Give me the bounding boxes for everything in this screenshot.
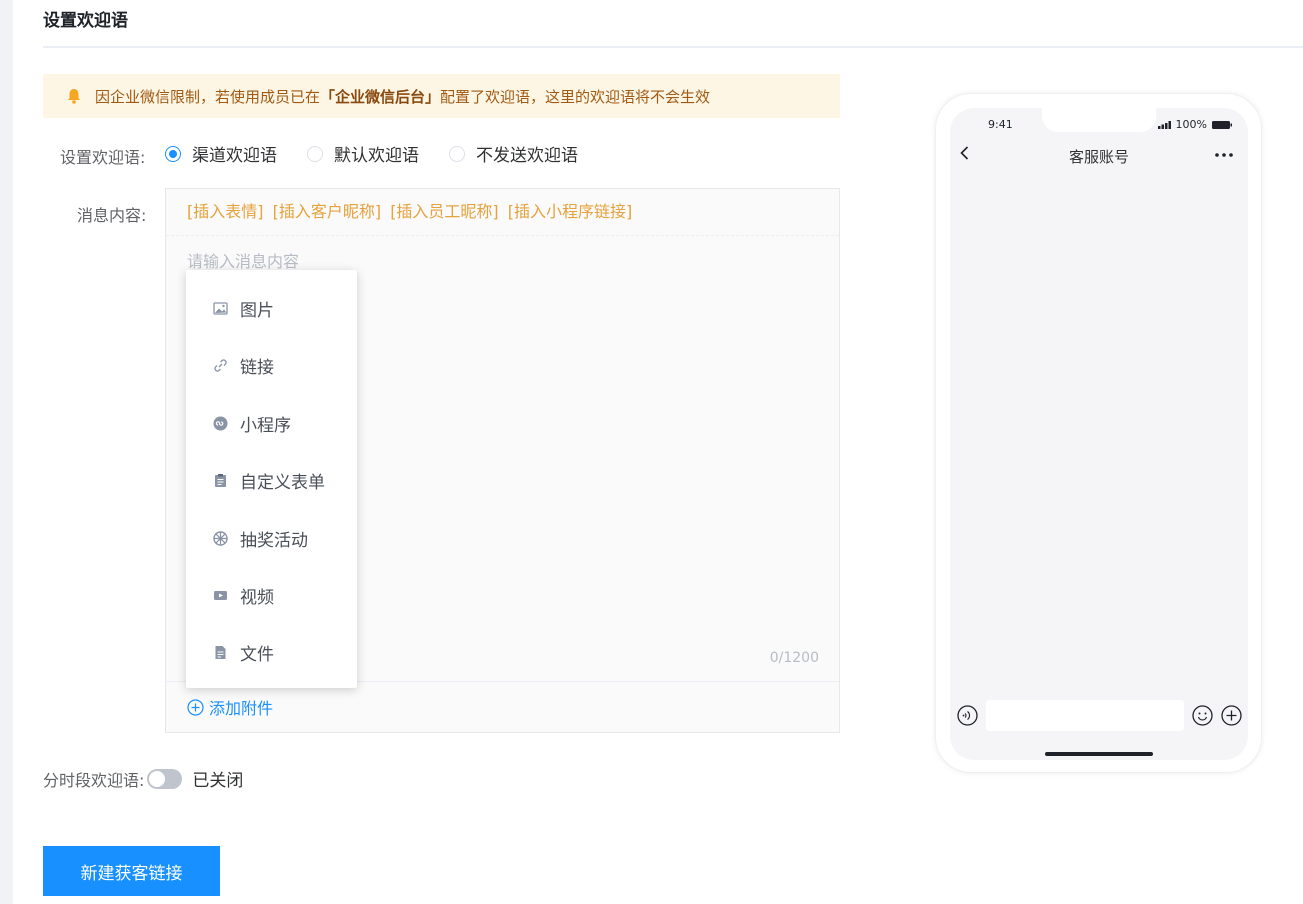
timed-welcome-label: 分时段欢迎语:	[43, 770, 145, 790]
menu-item-miniprogram[interactable]: 小程序	[186, 403, 357, 443]
menu-item-label: 文件	[240, 644, 274, 665]
chat-text-box[interactable]	[986, 700, 1184, 731]
welcome-radio-group: 渠道欢迎语 默认欢迎语 不发送欢迎语	[165, 141, 608, 166]
file-icon	[215, 645, 226, 659]
battery-icon	[1212, 120, 1232, 129]
menu-item-label: 自定义表单	[240, 472, 325, 493]
page: 设置欢迎语 因企业微信限制，若使用成员已在 「企业微信后台」 配置了欢迎语，这里…	[0, 0, 1303, 904]
insert-emoji-link[interactable]: [插入表情]	[187, 202, 264, 221]
radio-label: 渠道欢迎语	[192, 146, 277, 166]
menu-item-label: 链接	[240, 357, 274, 378]
notice-text-bold: 「企业微信后台」	[320, 87, 441, 106]
insert-miniprogram-link[interactable]: [插入小程序链接]	[508, 202, 633, 221]
phone-preview: 9:41 100% 客服账号	[935, 93, 1262, 773]
title-divider	[43, 46, 1303, 48]
menu-item-video[interactable]: 视频	[186, 575, 357, 615]
message-label: 消息内容:	[77, 206, 147, 225]
status-time: 9:41	[988, 118, 1013, 131]
chat-input-bar	[950, 693, 1248, 737]
insert-staff-nickname-link[interactable]: [插入员工昵称]	[390, 202, 499, 221]
insert-customer-nickname-link[interactable]: [插入客户昵称]	[273, 202, 382, 221]
timed-welcome-row: 分时段欢迎语: 已关闭	[43, 766, 243, 791]
video-icon	[214, 590, 227, 600]
radio-default-welcome[interactable]: 默认欢迎语	[307, 141, 419, 166]
radio-dot	[165, 145, 181, 162]
more-dots-icon[interactable]	[1214, 152, 1234, 158]
menu-item-file[interactable]: 文件	[186, 632, 357, 672]
notice-banner: 因企业微信限制，若使用成员已在 「企业微信后台」 配置了欢迎语，这里的欢迎语将不…	[43, 74, 840, 118]
timed-welcome-state: 已关闭	[192, 771, 244, 791]
radio-label: 不发送欢迎语	[476, 146, 578, 166]
radio-channel-welcome[interactable]: 渠道欢迎语	[165, 141, 277, 166]
phone-nav-title: 客服账号	[1068, 148, 1129, 166]
image-icon	[213, 301, 228, 315]
notice-text-post: 配置了欢迎语，这里的欢迎语将不会生效	[440, 87, 711, 106]
miniprogram-icon	[213, 416, 228, 430]
section-title: 设置欢迎语	[43, 11, 128, 31]
welcome-label: 设置欢迎语:	[60, 148, 146, 167]
plus-circle-icon	[187, 698, 204, 716]
message-input-placeholder[interactable]: 请输入消息内容	[187, 248, 299, 272]
radio-label: 默认欢迎语	[334, 146, 419, 166]
voice-icon[interactable]	[957, 705, 978, 726]
battery-percent: 100%	[1175, 118, 1207, 131]
lottery-icon	[213, 530, 228, 546]
insert-toolbar: [插入表情] [插入客户昵称] [插入员工昵称] [插入小程序链接]	[166, 189, 839, 236]
plus-icon[interactable]	[1221, 705, 1242, 726]
create-acquisition-link-button[interactable]: 新建获客链接	[43, 846, 220, 896]
menu-item-label: 小程序	[240, 415, 291, 436]
attachment-menu: 图片 链接 小程序 自定义表单 抽奖活动 视频 文件	[186, 270, 357, 688]
menu-item-label: 图片	[240, 300, 274, 321]
home-indicator	[1045, 752, 1153, 756]
timed-welcome-switch[interactable]	[147, 768, 183, 789]
menu-item-lottery[interactable]: 抽奖活动	[186, 518, 357, 558]
add-attachment-button[interactable]: 添加附件	[166, 681, 839, 732]
char-counter: 0/1200	[769, 650, 819, 666]
menu-item-label: 视频	[240, 587, 274, 608]
phone-screen: 9:41 100% 客服账号	[950, 108, 1248, 760]
menu-item-custom-form[interactable]: 自定义表单	[186, 460, 357, 500]
radio-no-welcome[interactable]: 不发送欢迎语	[449, 141, 578, 166]
add-attachment-label: 添加附件	[209, 699, 274, 718]
menu-item-link[interactable]: 链接	[186, 345, 357, 385]
bell-icon	[68, 89, 80, 104]
status-right: 100%	[1157, 118, 1232, 131]
radio-dot	[307, 145, 323, 162]
form-icon	[215, 473, 226, 487]
menu-item-label: 抽奖活动	[240, 530, 308, 551]
menu-item-image[interactable]: 图片	[186, 288, 357, 328]
emoji-icon[interactable]	[1192, 705, 1213, 726]
radio-dot	[449, 145, 465, 162]
phone-notch	[1042, 108, 1156, 132]
left-strip	[0, 0, 13, 904]
notice-text-pre: 因企业微信限制，若使用成员已在	[95, 87, 321, 106]
signal-icon	[1157, 120, 1171, 129]
link-icon	[214, 358, 227, 372]
